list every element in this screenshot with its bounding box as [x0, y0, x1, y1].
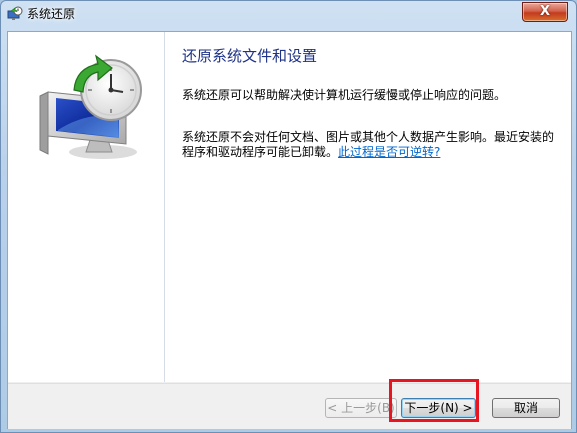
back-button[interactable]: < 上一步(B)	[325, 398, 397, 418]
dialog-footer: < 上一步(B) 下一步(N) > 取消	[8, 383, 571, 429]
description-paragraph: 系统还原可以帮助解决使计算机运行缓慢或停止响应的问题。	[182, 88, 507, 102]
close-button[interactable]: X	[522, 2, 568, 22]
page-title: 还原系统文件和设置	[182, 47, 318, 65]
title-bar: 系统还原 X	[1, 1, 576, 25]
system-restore-icon	[7, 6, 23, 20]
window-title: 系统还原	[27, 7, 76, 21]
reversible-info-link[interactable]: 此过程是否可逆转?	[338, 145, 440, 159]
cancel-button[interactable]: 取消	[492, 398, 560, 418]
dialog-client-area: 还原系统文件和设置 系统还原可以帮助解决使计算机运行缓慢或停止响应的问题。 系统…	[7, 31, 572, 429]
impact-paragraph: 系统还原不会对任何文档、图片或其他个人数据产生影响。最近安装的程序和驱动程序可能…	[182, 130, 564, 160]
sidebar-illustration-panel	[8, 32, 165, 382]
next-button-highlight-box	[389, 379, 479, 422]
system-restore-window: 系统还原 X 还原系统文件和设置 系统还原可以帮助解决使计算机运行缓慢或停止响应…	[0, 0, 577, 433]
system-restore-clock-monitor-icon	[39, 54, 142, 159]
dialog-content: 还原系统文件和设置 系统还原可以帮助解决使计算机运行缓慢或停止响应的问题。 系统…	[165, 32, 571, 382]
